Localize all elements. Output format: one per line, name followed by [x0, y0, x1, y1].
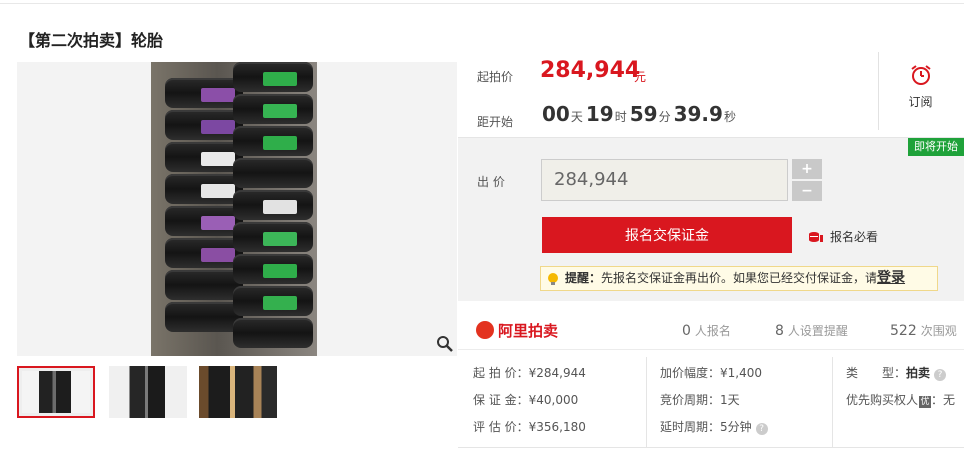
- detail-priority: 优先购买权人优：无: [846, 391, 955, 408]
- reminders-label: 人设置提醒: [787, 324, 848, 338]
- bottom-divider: [458, 447, 964, 448]
- priority-badge-icon: 优: [919, 396, 932, 408]
- detail-priority-value: ：无: [931, 393, 956, 407]
- detail-start-price: 起 拍 价：¥284,944: [473, 364, 586, 381]
- help-icon[interactable]: ?: [755, 423, 768, 435]
- detail-cycle-value: 1天: [720, 393, 740, 407]
- start-price-label: 起拍价: [477, 70, 514, 84]
- signups-count: 0: [682, 323, 691, 339]
- increase-bid-button[interactable]: +: [792, 159, 822, 179]
- subscribe-button[interactable]: 订阅: [878, 52, 962, 130]
- reminders-stat: 8 人设置提醒: [775, 322, 848, 339]
- reminder-prefix: 提醒：: [565, 271, 602, 285]
- subscribe-label: 订阅: [908, 95, 933, 109]
- detail-type: 类 型：拍卖?: [846, 364, 947, 381]
- detail-delay-value: 5分钟: [720, 420, 752, 434]
- tire-stack-photo: [151, 62, 317, 356]
- top-divider: [0, 0, 964, 4]
- must-read-label: 报名必看: [830, 230, 879, 244]
- status-badge: 即将开始: [908, 138, 964, 156]
- countdown-timer: 00天 19时 59分 39.9秒: [542, 102, 739, 126]
- detail-increment-value: ¥1,400: [720, 366, 763, 380]
- detail-deposit: 保 证 金：¥40,000: [473, 391, 578, 408]
- detail-start-price-value: ¥284,944: [528, 366, 586, 380]
- page-title: 【第二次拍卖】轮胎: [19, 31, 164, 50]
- countdown-seconds: 39.9: [673, 102, 723, 126]
- signups-label: 人报名: [694, 324, 731, 338]
- detail-cycle: 竞价周期：1天: [660, 391, 740, 408]
- detail-type-value: 拍卖: [906, 366, 931, 380]
- views-stat: 522 次围观: [890, 322, 957, 339]
- reminder-text: 先报名交保证金再出价。如果您已经交付保证金，请: [601, 271, 878, 285]
- signups-stat: 0 人报名: [682, 322, 731, 339]
- logo-text: 阿里拍卖: [498, 322, 559, 340]
- seconds-unit: 秒: [723, 110, 736, 124]
- help-icon[interactable]: ?: [934, 369, 947, 381]
- detail-appraisal-value: ¥356,180: [528, 420, 586, 434]
- detail-divider-2: [832, 357, 833, 447]
- stats-row: 阿里拍卖 0 人报名 8 人设置提醒 522 次围观: [458, 316, 964, 350]
- signup-deposit-button[interactable]: 报名交保证金: [542, 217, 792, 253]
- bid-label: 出 价: [477, 175, 505, 189]
- lightbulb-icon: [546, 271, 560, 285]
- decrease-bid-button[interactable]: −: [792, 181, 822, 201]
- zoom-icon[interactable]: [436, 335, 454, 353]
- thumbnail-2[interactable]: [109, 366, 187, 418]
- detail-increment: 加价幅度：¥1,400: [660, 364, 762, 381]
- days-unit: 天: [570, 110, 583, 124]
- main-product-image[interactable]: [17, 62, 457, 356]
- detail-deposit-value: ¥40,000: [528, 393, 579, 407]
- detail-divider-1: [646, 357, 647, 447]
- currency-unit: 元: [634, 70, 647, 84]
- countdown-days: 00: [542, 102, 570, 126]
- alibaba-auction-logo: 阿里拍卖: [476, 320, 558, 341]
- views-count: 522: [890, 323, 917, 339]
- countdown-minutes: 59: [629, 102, 658, 126]
- detail-increment-label: 加价幅度：: [660, 366, 721, 380]
- login-link[interactable]: 登录: [877, 270, 905, 286]
- detail-delay-label: 延时周期：: [660, 420, 721, 434]
- detail-cycle-label: 竞价周期：: [660, 393, 721, 407]
- thumbnail-3[interactable]: [199, 366, 277, 418]
- detail-appraisal: 评 估 价：¥356,180: [473, 418, 586, 435]
- must-read-link[interactable]: 报名必看: [808, 228, 878, 245]
- coins-icon: [808, 231, 824, 243]
- countdown-label: 距开始: [477, 115, 514, 129]
- countdown-hours: 19: [585, 102, 614, 126]
- detail-delay: 延时周期：5分钟?: [660, 418, 768, 435]
- bid-amount-input[interactable]: 284,944: [541, 159, 788, 201]
- thumbnail-1[interactable]: [17, 366, 95, 418]
- detail-deposit-label: 保 证 金：: [473, 393, 529, 407]
- detail-appraisal-label: 评 估 价：: [473, 420, 529, 434]
- bid-stepper: + −: [792, 159, 822, 201]
- start-price-value: 284,944: [540, 58, 641, 83]
- detail-start-price-label: 起 拍 价：: [473, 366, 529, 380]
- views-label: 次围观: [920, 324, 957, 338]
- detail-type-label: 类 型：: [846, 366, 907, 380]
- minutes-unit: 分: [658, 110, 671, 124]
- detail-priority-label: 优先购买权人: [846, 393, 919, 407]
- reminders-count: 8: [775, 323, 784, 339]
- alarm-clock-icon: [909, 63, 933, 87]
- auction-logo-icon: [476, 321, 494, 339]
- reminder-notice: 提醒：先报名交保证金再出价。如果您已经交付保证金，请登录: [540, 266, 938, 291]
- hours-unit: 时: [614, 110, 627, 124]
